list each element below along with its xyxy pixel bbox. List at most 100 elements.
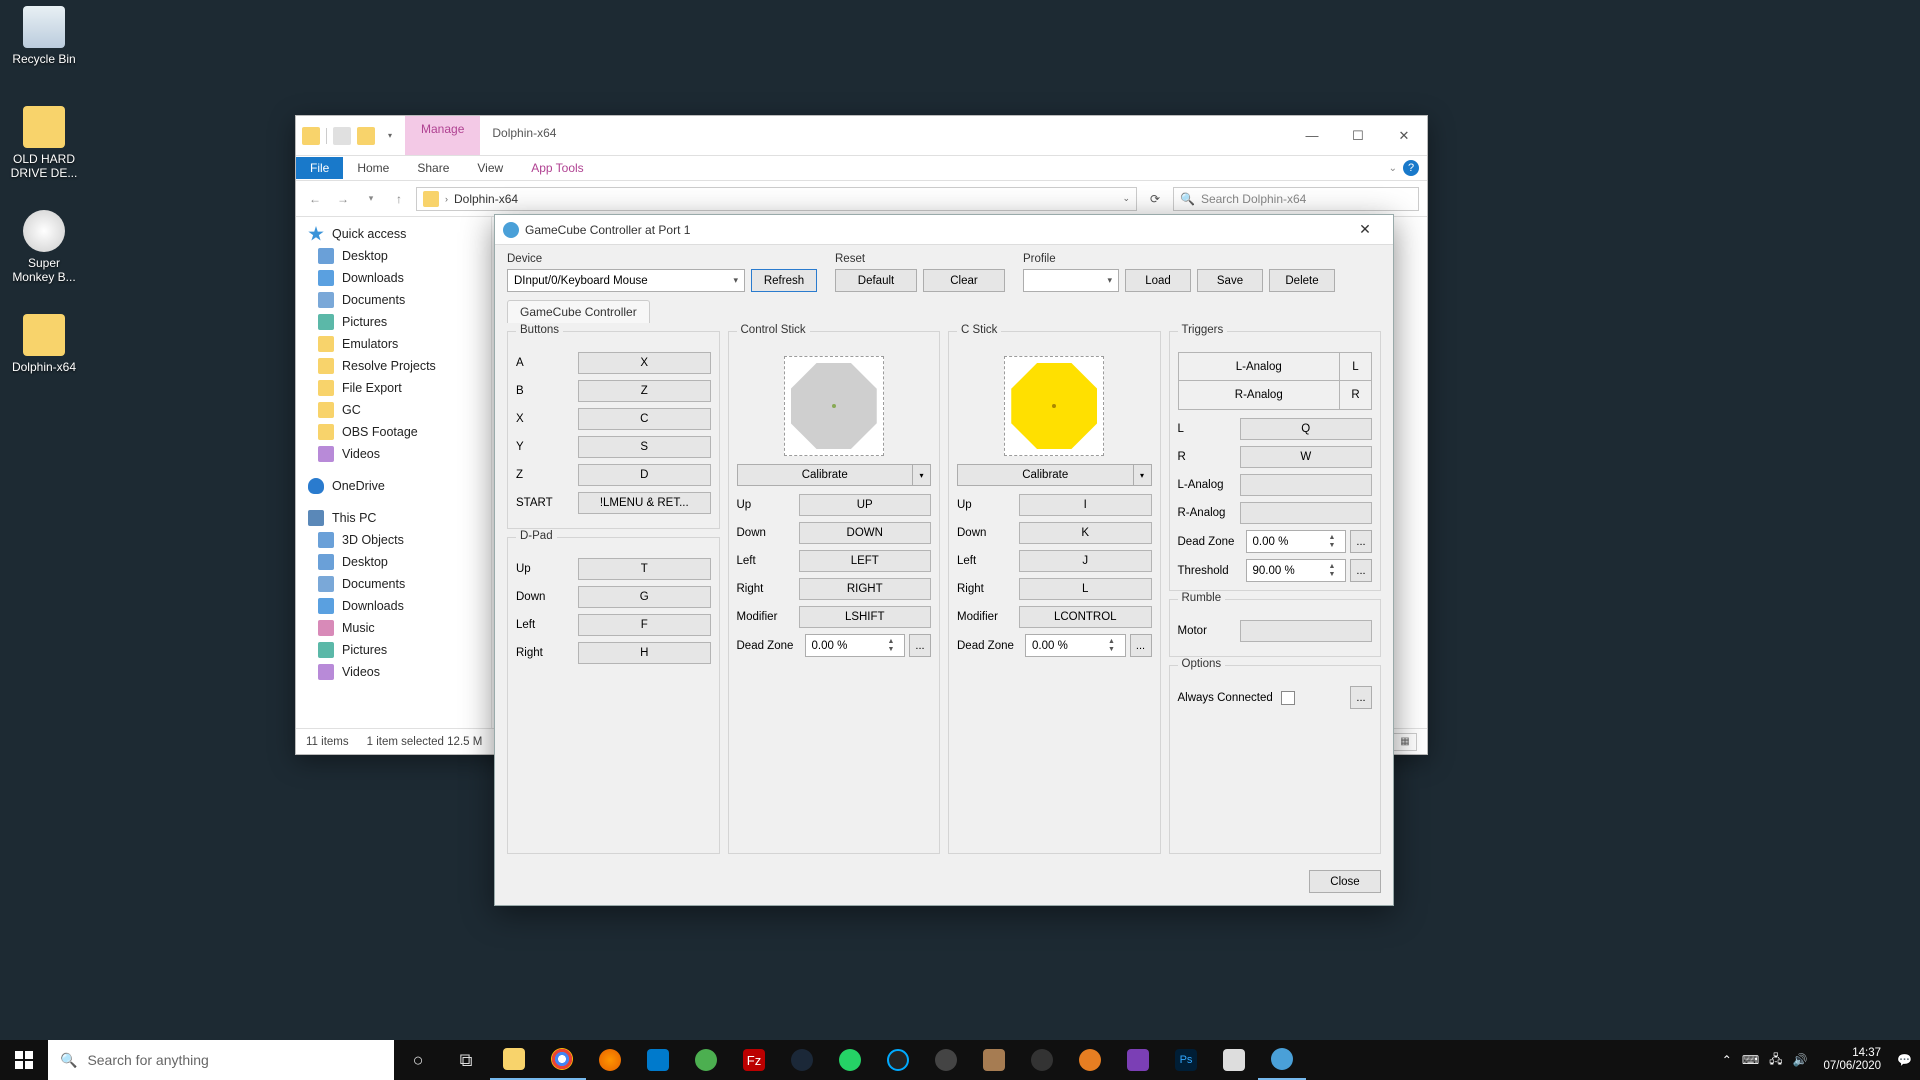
map-b-button[interactable]: Z [578, 380, 711, 402]
nav-item[interactable]: Downloads [296, 595, 491, 617]
desktop-icon-recycle-bin[interactable]: Recycle Bin [6, 6, 82, 66]
spin-up-icon[interactable]: ▲ [884, 638, 898, 646]
more-button[interactable]: ... [1350, 530, 1372, 553]
tray-overflow-icon[interactable]: ⌃ [1722, 1053, 1732, 1067]
refresh-button[interactable]: ⟳ [1143, 192, 1167, 206]
taskbar-app[interactable] [1018, 1040, 1066, 1080]
nav-item[interactable]: Downloads [296, 267, 491, 289]
calibrate-dropdown-icon[interactable]: ▾ [1134, 464, 1152, 486]
load-button[interactable]: Load [1125, 269, 1191, 292]
path-segment[interactable]: Dolphin-x64 [454, 192, 518, 206]
notifications-icon[interactable]: 💬 [1897, 1053, 1912, 1067]
taskbar-app-steam[interactable] [778, 1040, 826, 1080]
map-stick-right-button[interactable]: RIGHT [799, 578, 932, 600]
path-dropdown-icon[interactable]: ⌄ [1122, 193, 1130, 204]
map-r-analog-button[interactable] [1240, 502, 1373, 524]
map-l-button[interactable]: Q [1240, 418, 1373, 440]
taskbar-app-dolphin[interactable] [1258, 1040, 1306, 1080]
maximize-button[interactable]: ☐ [1335, 116, 1381, 155]
close-button[interactable]: Close [1309, 870, 1381, 893]
more-button[interactable]: ... [909, 634, 931, 657]
map-dpad-right-button[interactable]: H [578, 642, 711, 664]
deadzone-spinner[interactable]: 0.00 %▲▼ [1025, 634, 1126, 657]
desktop-icon-old-hard-drive[interactable]: OLD HARD DRIVE DE... [6, 106, 82, 181]
tray-volume-icon[interactable]: 🔊 [1793, 1053, 1808, 1067]
nav-onedrive[interactable]: OneDrive [296, 475, 491, 497]
map-dpad-up-button[interactable]: T [578, 558, 711, 580]
more-button[interactable]: ... [1350, 686, 1372, 709]
map-stick-left-button[interactable]: LEFT [799, 550, 932, 572]
map-stick-down-button[interactable]: DOWN [799, 522, 932, 544]
taskbar-app[interactable] [1210, 1040, 1258, 1080]
threshold-spinner[interactable]: 90.00 %▲▼ [1246, 559, 1347, 582]
map-cstick-up-button[interactable]: I [1019, 494, 1152, 516]
profile-select[interactable]: ▾ [1023, 269, 1119, 292]
map-stick-modifier-button[interactable]: LSHIFT [799, 606, 932, 628]
nav-this-pc[interactable]: This PC [296, 507, 491, 529]
map-motor-button[interactable] [1240, 620, 1373, 642]
map-cstick-left-button[interactable]: J [1019, 550, 1152, 572]
task-view-icon[interactable]: ⧉ [442, 1040, 490, 1080]
nav-item[interactable]: File Export [296, 377, 491, 399]
nav-quick-access[interactable]: Quick access [296, 223, 491, 245]
more-button[interactable]: ... [1350, 559, 1372, 582]
tab-view[interactable]: View [463, 157, 517, 179]
spin-up-icon[interactable]: ▲ [1105, 638, 1119, 646]
taskbar-app-chrome[interactable] [538, 1040, 586, 1080]
map-dpad-left-button[interactable]: F [578, 614, 711, 636]
map-stick-up-button[interactable]: UP [799, 494, 932, 516]
taskbar-app[interactable] [970, 1040, 1018, 1080]
taskbar-app-vscode[interactable] [634, 1040, 682, 1080]
help-icon[interactable]: ? [1403, 160, 1419, 176]
nav-back-button[interactable]: ← [304, 192, 326, 206]
tab-app-tools[interactable]: App Tools [517, 157, 597, 179]
map-r-button[interactable]: W [1240, 446, 1373, 468]
nav-item[interactable]: GC [296, 399, 491, 421]
nav-item[interactable]: Desktop [296, 551, 491, 573]
search-box[interactable]: 🔍 Search Dolphin-x64 [1173, 187, 1419, 211]
nav-item[interactable]: 3D Objects [296, 529, 491, 551]
spin-down-icon[interactable]: ▼ [1325, 542, 1339, 550]
trigger-r-small-button[interactable]: R [1339, 381, 1371, 409]
map-dpad-down-button[interactable]: G [578, 586, 711, 608]
map-y-button[interactable]: S [578, 436, 711, 458]
nav-item[interactable]: Documents [296, 289, 491, 311]
refresh-button[interactable]: Refresh [751, 269, 817, 292]
taskbar-app-firefox[interactable] [586, 1040, 634, 1080]
default-button[interactable]: Default [835, 269, 917, 292]
spin-down-icon[interactable]: ▼ [1325, 571, 1339, 579]
path-chevron-icon[interactable]: › [445, 194, 448, 204]
nav-item[interactable]: OBS Footage [296, 421, 491, 443]
clear-button[interactable]: Clear [923, 269, 1005, 292]
device-select[interactable]: DInput/0/Keyboard Mouse ▾ [507, 269, 745, 292]
explorer-titlebar[interactable]: ▾ Manage Dolphin-x64 — ☐ ✕ [296, 116, 1427, 156]
tray-network-icon[interactable]: 🖧 [1769, 1050, 1782, 1071]
tab-gamecube-controller[interactable]: GameCube Controller [507, 300, 650, 323]
nav-history-icon[interactable]: ▾ [360, 193, 382, 204]
nav-item[interactable]: Videos [296, 661, 491, 683]
dialog-close-button[interactable]: ✕ [1345, 221, 1385, 238]
calibrate-button[interactable]: Calibrate [957, 464, 1134, 486]
map-z-button[interactable]: D [578, 464, 711, 486]
nav-item[interactable]: Music [296, 617, 491, 639]
delete-button[interactable]: Delete [1269, 269, 1335, 292]
minimize-button[interactable]: — [1289, 116, 1335, 155]
map-l-analog-button[interactable] [1240, 474, 1373, 496]
taskbar-app[interactable] [682, 1040, 730, 1080]
nav-up-button[interactable]: ↑ [388, 192, 410, 206]
deadzone-spinner[interactable]: 0.00 %▲▼ [805, 634, 906, 657]
more-button[interactable]: ... [1130, 634, 1152, 657]
taskbar-app-explorer[interactable] [490, 1040, 538, 1080]
taskbar-app[interactable] [1066, 1040, 1114, 1080]
save-button[interactable]: Save [1197, 269, 1263, 292]
spin-down-icon[interactable]: ▼ [884, 646, 898, 654]
map-cstick-right-button[interactable]: L [1019, 578, 1152, 600]
close-button[interactable]: ✕ [1381, 116, 1427, 155]
address-path[interactable]: › Dolphin-x64 ⌄ [416, 187, 1137, 211]
tray-input-icon[interactable]: ⌨ [1742, 1053, 1759, 1067]
nav-item[interactable]: Resolve Projects [296, 355, 491, 377]
tab-file[interactable]: File [296, 157, 343, 179]
nav-item[interactable]: Emulators [296, 333, 491, 355]
map-start-button[interactable]: !LMENU & RET... [578, 492, 711, 514]
nav-forward-button[interactable]: → [332, 192, 354, 206]
